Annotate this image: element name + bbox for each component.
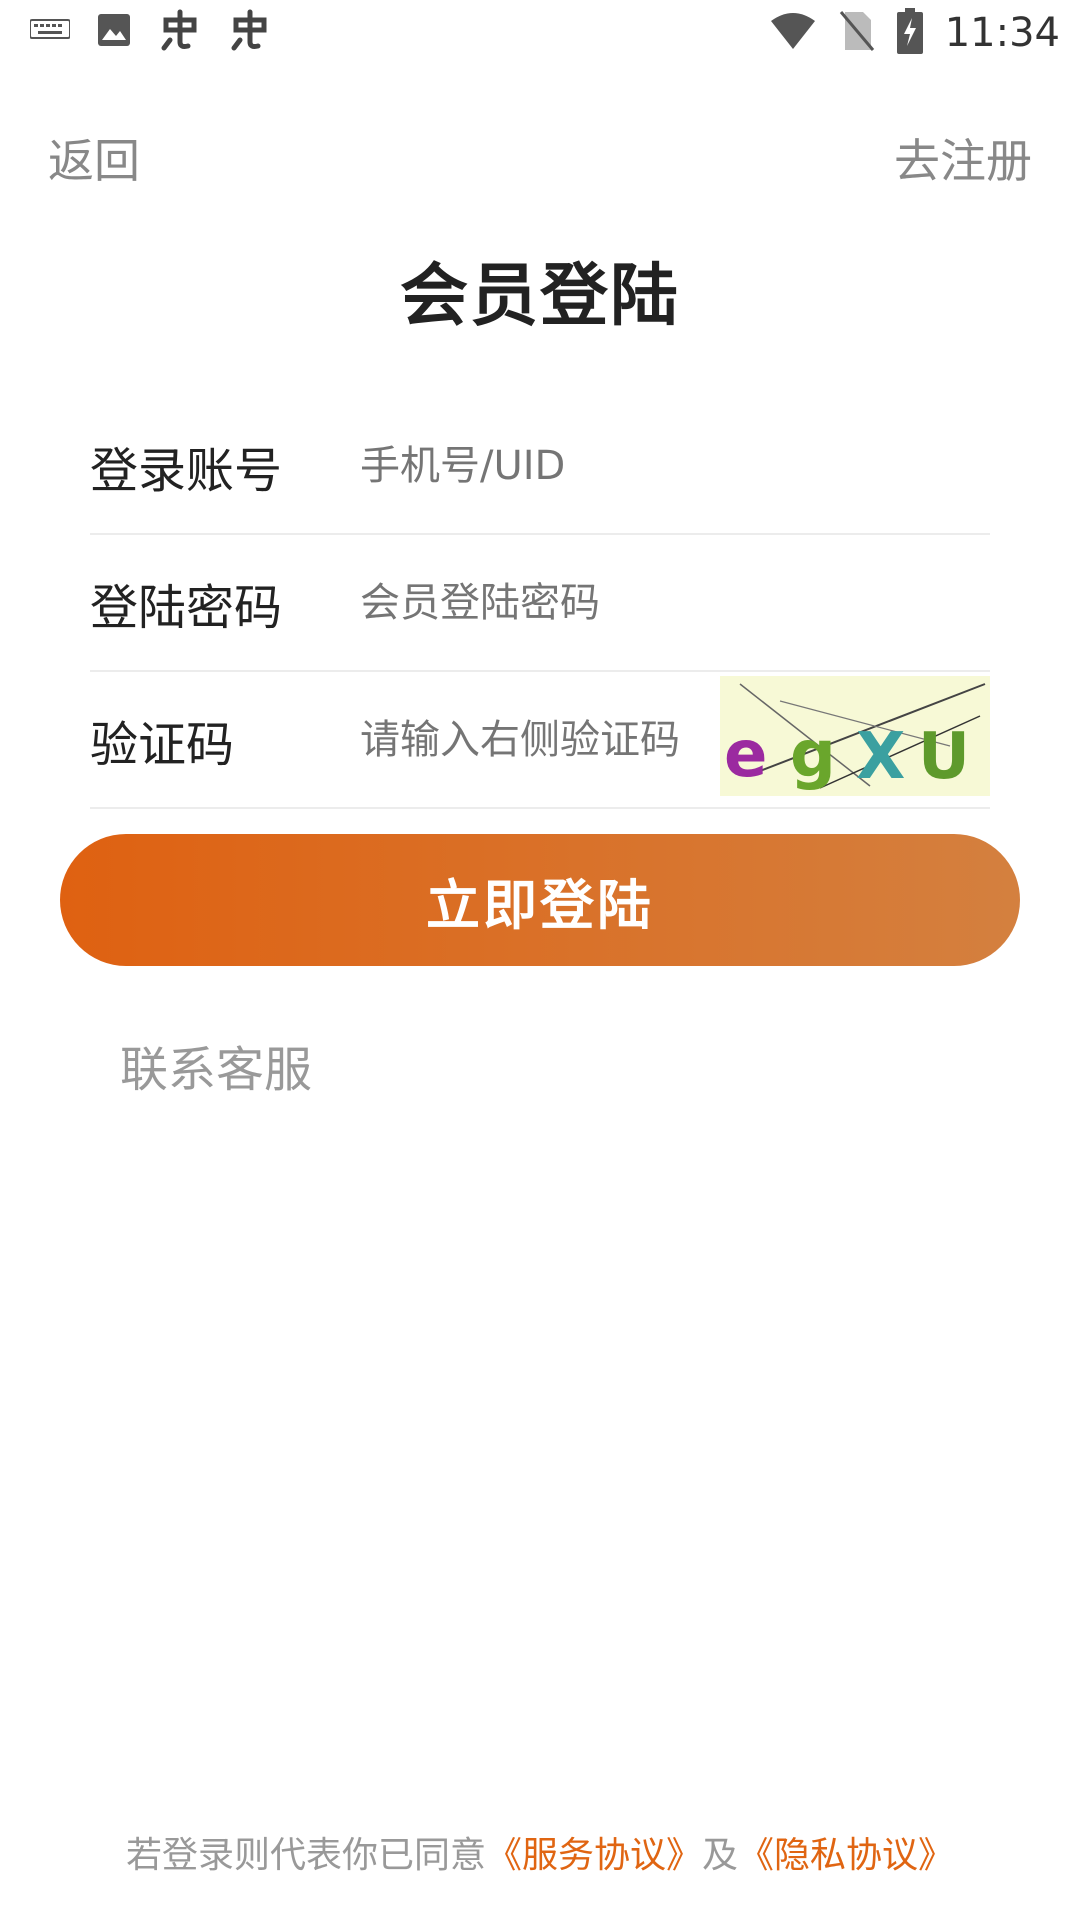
battery-charging-icon xyxy=(896,8,923,58)
keyboard-icon xyxy=(29,18,71,46)
back-link[interactable]: 返回 xyxy=(48,125,140,191)
no-sim-icon xyxy=(839,10,875,56)
account-row: 登录账号 xyxy=(90,398,990,535)
privacy-agreement-link[interactable]: 《隐私协议》 xyxy=(738,1835,954,1876)
captcha-char: U xyxy=(918,720,970,794)
page-title: 会员登陆 xyxy=(399,257,680,336)
account-input[interactable] xyxy=(360,442,990,489)
captcha-image[interactable]: e g X U xyxy=(720,676,990,796)
password-input[interactable] xyxy=(360,579,990,626)
login-form: 登录账号 登陆密码 验证码 e g X U xyxy=(90,398,990,809)
register-link[interactable]: 去注册 xyxy=(894,125,1032,191)
agreement-prefix: 若登录则代表你已同意 xyxy=(125,1835,486,1876)
image-icon xyxy=(96,12,132,52)
captcha-row: 验证码 e g X U xyxy=(90,672,990,809)
app-icon xyxy=(158,8,202,56)
captcha-label: 验证码 xyxy=(90,716,235,773)
status-bar: 11:34 xyxy=(0,0,1080,76)
captcha-input[interactable] xyxy=(360,716,710,763)
captcha-char: g xyxy=(790,718,836,792)
password-label: 登陆密码 xyxy=(90,579,283,636)
app-icon xyxy=(228,8,272,56)
agreement-conjunction: 及 xyxy=(702,1835,739,1876)
password-row: 登陆密码 xyxy=(90,535,990,672)
account-label: 登录账号 xyxy=(90,442,283,499)
wifi-icon xyxy=(769,11,817,55)
login-button[interactable]: 立即登陆 xyxy=(60,834,1020,966)
service-agreement-link[interactable]: 《服务协议》 xyxy=(486,1835,702,1876)
status-time: 11:34 xyxy=(944,10,1060,56)
captcha-char: e xyxy=(724,718,767,792)
captcha-char: X xyxy=(856,720,905,794)
contact-support-link[interactable]: 联系客服 xyxy=(120,1030,312,1100)
agreement-footer: 若登录则代表你已同意《服务协议》及《隐私协议》 xyxy=(0,1826,1080,1878)
